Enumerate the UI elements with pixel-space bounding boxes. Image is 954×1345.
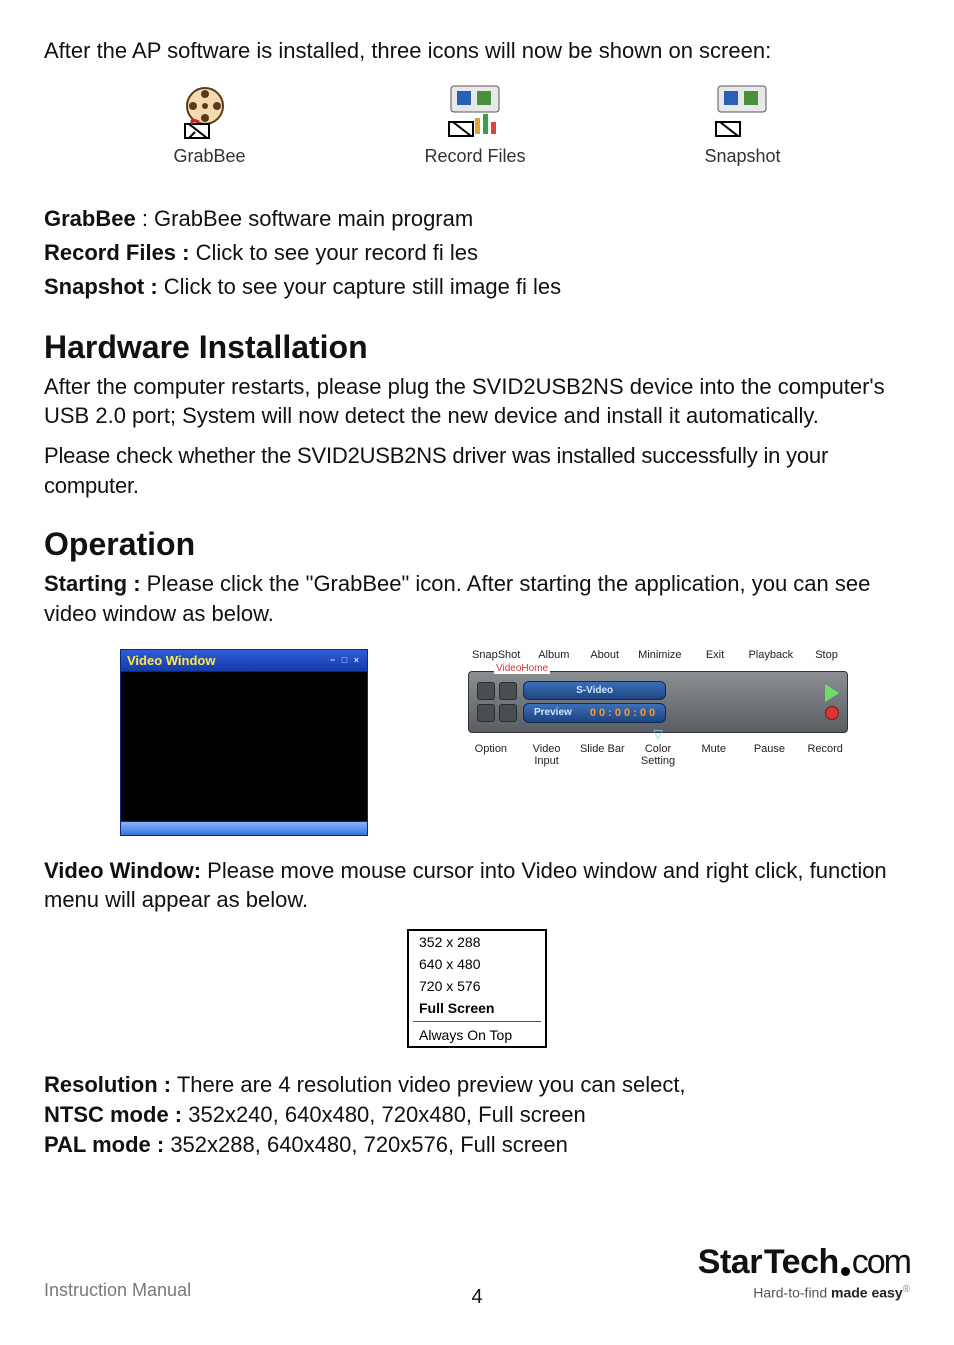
chevron-down-icon: ▽ (653, 727, 662, 741)
recordfiles-caption: Record Files (424, 146, 525, 167)
panel-bot-option: Option (468, 743, 514, 767)
panel-top-minimize: Minimize (638, 649, 681, 661)
snapshot-icon-block: Snapshot (704, 84, 780, 167)
definitions-block: GrabBee : GrabBee software main program … (44, 203, 910, 303)
panel-bot-mute: Mute (691, 743, 737, 767)
ntsc-text: 352x240, 640x480, 720x480, Full screen (182, 1102, 586, 1127)
hardware-p2: Please check whether the SVID2USB2NS dri… (44, 441, 910, 500)
brand-reg: ® (903, 1284, 910, 1295)
grabbee-icon-block: GrabBee (173, 84, 245, 167)
brand-tag-a: Hard-to-find (753, 1285, 831, 1301)
res-label: Resolution : (44, 1072, 171, 1097)
panel-bot-pause: Pause (747, 743, 793, 767)
menu-item-fullscreen[interactable]: Full Screen (409, 997, 545, 1019)
grabbee-caption: GrabBee (173, 146, 245, 167)
panel-bot-record: Record (802, 743, 848, 767)
video-window-body (120, 672, 368, 822)
video-window-title: Video Window (127, 653, 215, 668)
video-window-mock: Video Window − □ × (120, 649, 368, 836)
hardware-heading: Hardware Installation (44, 329, 910, 366)
ntsc-label: NTSC mode : (44, 1102, 182, 1127)
panel-top-playback: Playback (748, 649, 793, 661)
screenshots-row: Video Window − □ × SnapShot Album About … (44, 639, 910, 856)
starting-text: Please click the "GrabBee" icon. After s… (44, 571, 870, 626)
panel-bot-videoinput: Video Input (524, 743, 570, 767)
brand-tagline: Hard-to-find made easy® (698, 1284, 910, 1301)
def-snapshot-text: Click to see your capture still image fi… (158, 274, 562, 299)
menu-item-720[interactable]: 720 x 576 (409, 975, 545, 997)
def-grabbee-label: GrabBee (44, 206, 136, 231)
context-menu: 352 x 288 640 x 480 720 x 576 Full Scree… (407, 929, 547, 1048)
menu-separator (413, 1021, 541, 1022)
video-window-paragraph: Video Window: Please move mouse cursor i… (44, 856, 910, 915)
vw-label: Video Window: (44, 858, 201, 883)
brand-logo: StarTechcom Hard-to-find made easy® (698, 1243, 910, 1301)
menu-item-352[interactable]: 352 x 288 (409, 931, 545, 953)
film-reel-icon (181, 84, 237, 140)
menu-item-alwaysontop[interactable]: Always On Top (409, 1024, 545, 1046)
brand-tech: Tech (764, 1243, 839, 1282)
def-record-text: Click to see your record fi les (189, 240, 478, 265)
video-window-titlebar: Video Window − □ × (120, 649, 368, 672)
brand-dot-icon (841, 1267, 850, 1276)
panel-top-snapshot: SnapShot (472, 649, 520, 661)
panel-top-about: About (587, 649, 622, 661)
brand-tag-b: made easy (831, 1285, 903, 1301)
operation-heading: Operation (44, 526, 910, 563)
video-window-footer (120, 822, 368, 836)
snapshot-caption: Snapshot (704, 146, 780, 167)
def-record-label: Record Files : (44, 240, 189, 265)
panel-top-album: Album (536, 649, 571, 661)
footer-left: Instruction Manual (44, 1280, 191, 1301)
starting-label: Starting : (44, 571, 141, 596)
def-snapshot-label: Snapshot : (44, 274, 158, 299)
record-icon (825, 706, 839, 720)
footer: Instruction Manual StarTechcom Hard-to-f… (44, 1243, 910, 1301)
panel-preview-label: Preview (534, 707, 572, 718)
snapshot-icon (712, 84, 772, 140)
record-files-icon (445, 84, 505, 140)
pal-label: PAL mode : (44, 1132, 164, 1157)
recordfiles-icon-block: Record Files (424, 84, 525, 167)
icons-row: GrabBee Record Files Snapshot (84, 84, 870, 167)
brand-star: Star (698, 1243, 762, 1282)
window-controls: − □ × (330, 655, 361, 665)
pal-text: 352x288, 640x480, 720x576, Full screen (164, 1132, 568, 1157)
resolution-block: Resolution : There are 4 resolution vide… (44, 1070, 910, 1159)
play-icon (825, 684, 839, 702)
hardware-p1: After the computer restarts, please plug… (44, 372, 910, 431)
panel-time: 0 0 : 0 0 : 0 0 (590, 707, 655, 719)
panel-preview-pill: Preview 0 0 : 0 0 : 0 0 (523, 703, 666, 723)
panel-icon-grid (477, 682, 517, 722)
def-grabbee-text: : GrabBee software main program (136, 206, 473, 231)
intro-text: After the AP software is installed, thre… (44, 38, 910, 64)
menu-item-640[interactable]: 640 x 480 (409, 953, 545, 975)
res-text: There are 4 resolution video preview you… (171, 1072, 685, 1097)
panel-svideo-pill: S-Video (523, 681, 666, 700)
brand-com: com (852, 1243, 910, 1282)
panel-top-exit: Exit (698, 649, 733, 661)
panel-top-stop: Stop (809, 649, 844, 661)
panel-bot-colorsetting: Color Setting (635, 743, 681, 767)
control-panel-mock: SnapShot Album About Minimize Exit Playb… (468, 649, 848, 767)
panel-brand-tag: VideoHome (494, 663, 550, 674)
panel-bot-slidebar: Slide Bar (579, 743, 625, 767)
starting-paragraph: Starting : Please click the "GrabBee" ic… (44, 569, 910, 628)
